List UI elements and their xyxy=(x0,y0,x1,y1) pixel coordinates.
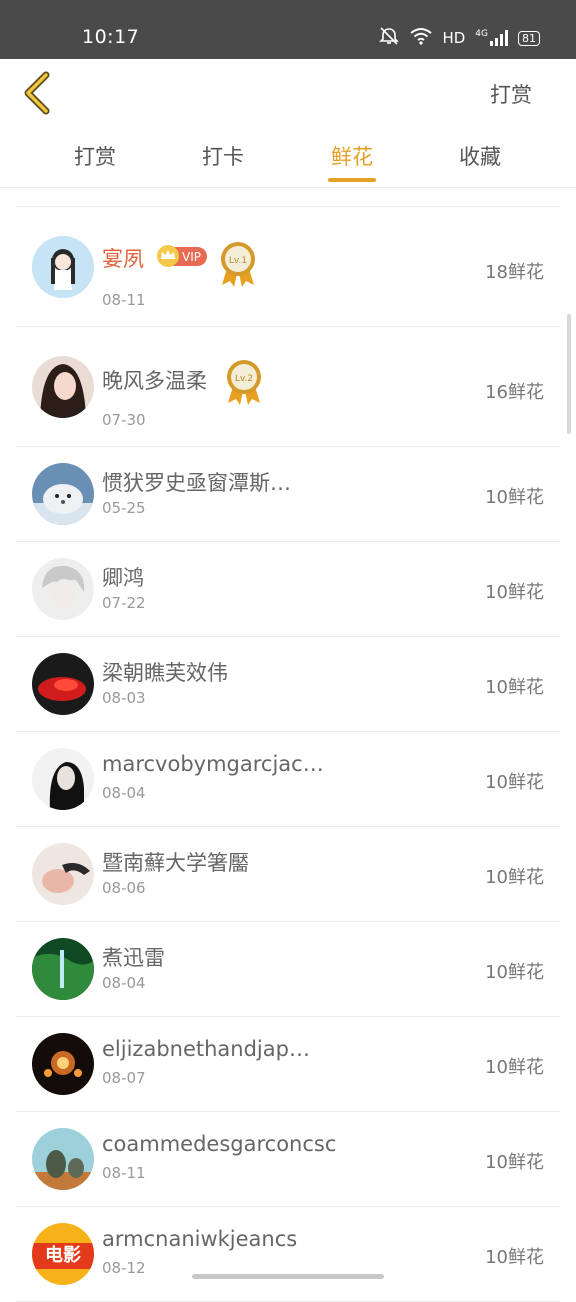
avatar xyxy=(32,1128,94,1190)
list-item[interactable]: 电影 armcnaniwkjeancs 08-12 10鲜花 xyxy=(16,1207,560,1302)
vip-badge: VIP xyxy=(156,244,207,268)
avatar xyxy=(32,653,94,715)
date-text: 08-04 xyxy=(102,974,146,992)
user-name: 晚风多温柔 xyxy=(102,369,207,393)
status-time: 10:17 xyxy=(82,26,140,48)
tab-reward[interactable]: 打赏 xyxy=(55,141,135,171)
user-name: 梁朝瞧芙效伟 xyxy=(102,661,228,685)
flower-ranking-list: 宴夙 VIP Lv.1 08-11 18鲜花 晚风多温柔 Lv.2 07-30 … xyxy=(16,206,560,1302)
home-indicator[interactable] xyxy=(192,1274,384,1279)
wifi-icon xyxy=(410,27,433,49)
list-item[interactable]: 晚风多温柔 Lv.2 07-30 16鲜花 xyxy=(16,327,560,447)
medal-icon: Lv.2 xyxy=(224,357,264,407)
medal-icon: Lv.1 xyxy=(218,239,258,289)
avatar xyxy=(32,236,94,298)
flower-count: 16鲜花 xyxy=(485,382,544,403)
avatar xyxy=(32,938,94,1000)
flower-count: 10鲜花 xyxy=(485,962,544,983)
reward-button[interactable]: 打赏 xyxy=(490,79,532,109)
user-name: eljizabnethandjap… xyxy=(102,1037,310,1061)
flower-count: 10鲜花 xyxy=(485,1057,544,1078)
battery-level: 81 xyxy=(522,31,536,45)
date-text: 08-11 xyxy=(102,1164,146,1182)
crown-icon xyxy=(156,244,180,268)
date-text: 08-03 xyxy=(102,689,146,707)
avatar xyxy=(32,748,94,810)
user-name: marcvobymgarcjac… xyxy=(102,752,324,776)
medal-level-text: Lv.1 xyxy=(229,256,247,266)
list-item[interactable]: 宴夙 VIP Lv.1 08-11 18鲜花 xyxy=(16,207,560,327)
avatar xyxy=(32,1033,94,1095)
date-text: 07-30 xyxy=(102,411,146,429)
avatar xyxy=(32,843,94,905)
list-item[interactable]: 煮迅雷 08-04 10鲜花 xyxy=(16,922,560,1017)
date-text: 08-12 xyxy=(102,1259,146,1277)
flower-count: 10鲜花 xyxy=(485,582,544,603)
chevron-left-icon xyxy=(20,71,56,119)
user-name: 卿鸿 xyxy=(102,566,144,590)
status-bar: 10:17 HD 4G 81 xyxy=(0,0,576,59)
date-text: 08-11 xyxy=(102,291,146,309)
battery-icon: 81 xyxy=(518,30,540,46)
user-name: 煮迅雷 xyxy=(102,946,165,970)
date-text: 07-22 xyxy=(102,594,146,612)
list-item[interactable]: eljizabnethandjap… 08-07 10鲜花 xyxy=(16,1017,560,1112)
user-name: coammedesgarconcsc xyxy=(102,1132,337,1156)
flower-count: 10鲜花 xyxy=(485,1247,544,1268)
flower-count: 10鲜花 xyxy=(485,1152,544,1173)
avatar xyxy=(32,356,94,418)
list-item[interactable]: marcvobymgarcjac… 08-04 10鲜花 xyxy=(16,732,560,827)
user-name: 暨南蘚大学箸靨 xyxy=(102,851,249,875)
vip-label: VIP xyxy=(182,249,201,264)
cellular-signal-icon: 4G xyxy=(475,30,508,46)
mute-icon xyxy=(378,27,400,49)
signal-label: 4G xyxy=(475,29,488,39)
flower-count: 18鲜花 xyxy=(485,262,544,283)
avatar-text: 电影 xyxy=(32,1243,94,1269)
avatar xyxy=(32,558,94,620)
avatar xyxy=(32,463,94,525)
tab-bar: 打赏 打卡 鲜花 收藏 xyxy=(0,141,576,187)
tab-flowers[interactable]: 鲜花 xyxy=(312,141,392,171)
medal-level-text: Lv.2 xyxy=(235,374,253,384)
status-icons: HD 4G 81 xyxy=(378,27,540,49)
user-name: 宴夙 xyxy=(102,247,144,271)
flower-count: 10鲜花 xyxy=(485,677,544,698)
flower-count: 10鲜花 xyxy=(485,487,544,508)
network-type: HD xyxy=(442,29,466,47)
date-text: 08-04 xyxy=(102,784,146,802)
date-text: 08-06 xyxy=(102,879,146,897)
flower-count: 10鲜花 xyxy=(485,867,544,888)
user-name: 惯犾罗史亟窗潭斯… xyxy=(102,471,291,495)
active-tab-indicator xyxy=(328,178,376,182)
list-item[interactable]: 暨南蘚大学箸靨 08-06 10鲜花 xyxy=(16,827,560,922)
list-item[interactable]: 梁朝瞧芙效伟 08-03 10鲜花 xyxy=(16,637,560,732)
back-button[interactable] xyxy=(20,71,56,115)
scrollbar[interactable] xyxy=(567,314,571,434)
list-item[interactable]: 卿鸿 07-22 10鲜花 xyxy=(16,542,560,637)
date-text: 05-25 xyxy=(102,499,146,517)
date-text: 08-07 xyxy=(102,1069,146,1087)
header: 打赏 打赏 打卡 鲜花 收藏 xyxy=(0,59,576,188)
tab-favorites[interactable]: 收藏 xyxy=(440,141,520,171)
avatar: 电影 xyxy=(32,1223,94,1285)
list-item[interactable]: 惯犾罗史亟窗潭斯… 05-25 10鲜花 xyxy=(16,447,560,542)
tab-checkin[interactable]: 打卡 xyxy=(183,141,263,171)
flower-count: 10鲜花 xyxy=(485,772,544,793)
user-name: armcnaniwkjeancs xyxy=(102,1227,298,1251)
list-item[interactable]: coammedesgarconcsc 08-11 10鲜花 xyxy=(16,1112,560,1207)
